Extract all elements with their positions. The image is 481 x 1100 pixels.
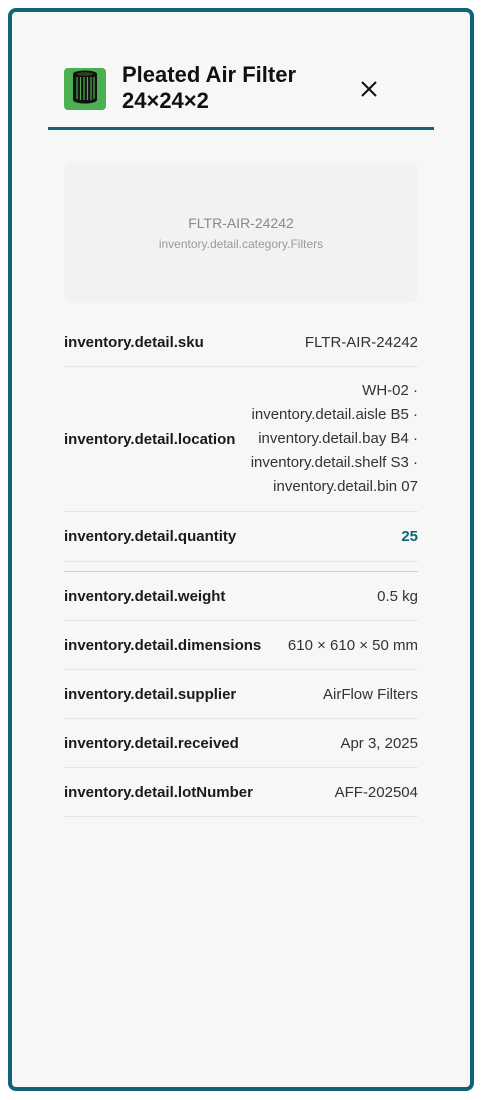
received-value: Apr 3, 2025 — [340, 734, 418, 752]
close-button[interactable] — [352, 74, 386, 108]
sku-value: FLTR-AIR-24242 — [304, 333, 418, 351]
detail-row-received: inventory.detail.received Apr 3, 2025 — [64, 719, 418, 768]
hero-sku: FLTR-AIR-24242 — [188, 215, 294, 231]
detail-row-dimensions: inventory.detail.dimensions 610 × 610 × … — [64, 621, 418, 670]
dimensions-value: 610 × 610 × 50 mm — [287, 636, 418, 654]
received-label: inventory.detail.received — [64, 734, 239, 752]
quantity-label: inventory.detail.quantity — [64, 528, 237, 545]
location-warehouse: WH-02 · — [362, 382, 418, 399]
hero-category: inventory.detail.category.Filters — [158, 237, 324, 251]
weight-label: inventory.detail.weight — [64, 587, 226, 605]
location-value: WH-02 · inventory.detail.aisle B5 · inve… — [251, 379, 418, 499]
detail-row-supplier: inventory.detail.supplier AirFlow Filter… — [64, 670, 418, 719]
location-bin: inventory.detail.bin 07 — [273, 478, 418, 495]
item-image-placeholder: FLTR-AIR-24242 inventory.detail.category… — [64, 163, 418, 303]
detail-row-weight: inventory.detail.weight 0.5 kg — [64, 572, 418, 621]
quantity-value: 25 — [401, 528, 418, 545]
item-title-line2: 24×24×2 — [122, 88, 209, 113]
detail-list: inventory.detail.sku FLTR-AIR-24242 inve… — [64, 318, 418, 817]
detail-row-location: inventory.detail.location WH-02 · invent… — [64, 367, 418, 512]
location-bay: inventory.detail.bay B4 · — [258, 430, 418, 447]
item-title: Pleated Air Filter 24×24×2 — [122, 62, 362, 114]
supplier-label: inventory.detail.supplier — [64, 685, 237, 703]
lot-number-value: AFF-202504 — [334, 783, 418, 801]
dimensions-label: inventory.detail.dimensions — [64, 636, 262, 654]
detail-row-quantity: inventory.detail.quantity 25 — [64, 512, 418, 562]
sku-label: inventory.detail.sku — [64, 333, 204, 351]
lot-number-label: inventory.detail.lotNumber — [64, 783, 253, 801]
panel-header: Pleated Air Filter 24×24×2 — [48, 62, 434, 130]
close-icon — [360, 80, 378, 103]
location-label: inventory.detail.location — [64, 430, 236, 448]
supplier-value: AirFlow Filters — [322, 685, 418, 703]
item-thumbnail — [64, 68, 106, 110]
location-shelf: inventory.detail.shelf S3 · — [250, 454, 418, 471]
weight-value: 0.5 kg — [377, 587, 418, 605]
item-title-line1: Pleated Air Filter — [122, 62, 297, 87]
detail-row-lot-number: inventory.detail.lotNumber AFF-202504 — [64, 768, 418, 817]
detail-row-sku: inventory.detail.sku FLTR-AIR-24242 — [64, 318, 418, 367]
location-aisle: inventory.detail.aisle B5 · — [251, 406, 418, 423]
inventory-detail-panel: Pleated Air Filter 24×24×2 FLTR-AIR-2424… — [8, 8, 474, 1091]
air-filter-icon — [70, 70, 100, 109]
